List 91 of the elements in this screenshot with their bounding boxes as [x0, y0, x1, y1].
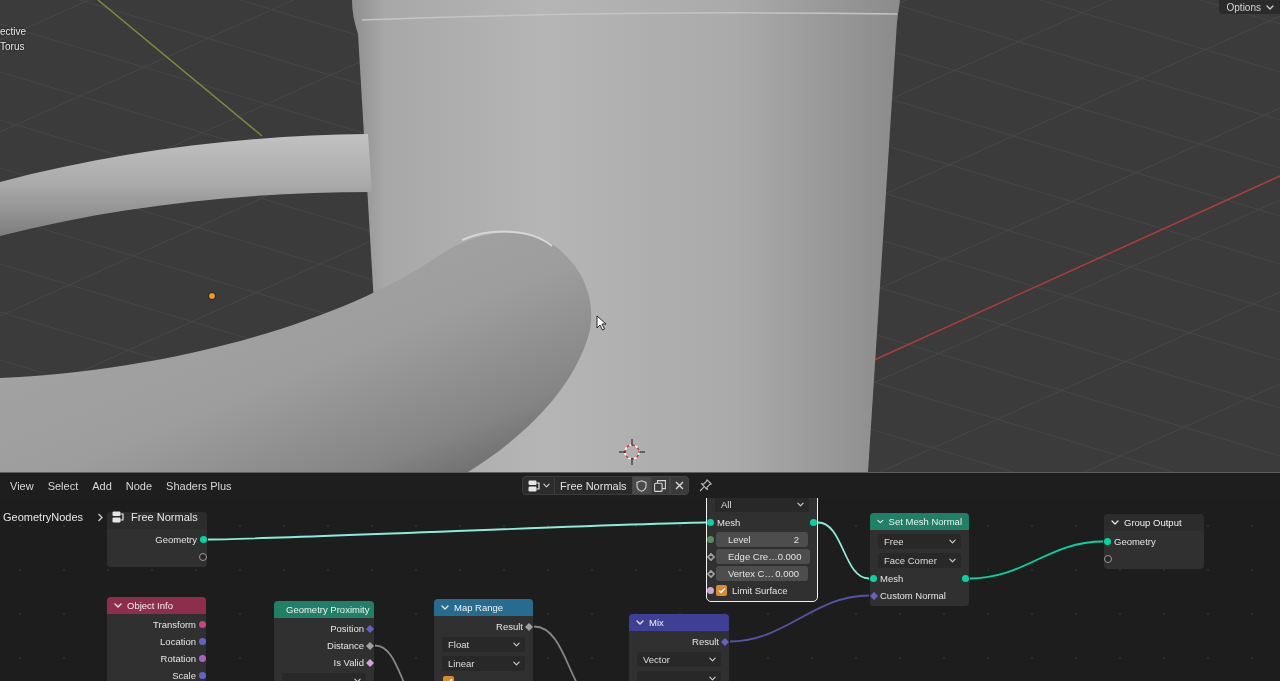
node[interactable]: Geometry Proximity Position Distance Is Valid	[273, 600, 375, 681]
socket-label: Custom Normal	[880, 590, 946, 601]
socket-label: Location	[160, 636, 196, 647]
node-group-icon	[528, 479, 541, 492]
menu-item[interactable]: View	[3, 476, 41, 495]
socket-icon[interactable]	[707, 519, 714, 526]
node-group-browse-button[interactable]	[522, 476, 555, 495]
checkmark-icon	[717, 587, 726, 594]
shield-icon	[635, 479, 647, 492]
chevron-icon	[114, 603, 122, 608]
node-group-icon	[112, 511, 126, 523]
socket-label: Rotation	[160, 653, 196, 664]
socket-label: Geometry	[155, 534, 197, 545]
node-link	[817, 521, 870, 580]
node[interactable]: Set Mesh Normal Free Face Corner Mesh Custom Normal	[869, 512, 970, 607]
dropdown[interactable]: Linear	[442, 656, 525, 671]
chevron-icon	[441, 605, 449, 610]
socket-icon[interactable]	[199, 552, 207, 561]
node[interactable]: Map Range Result Float Linear	[433, 598, 534, 681]
socket-label: Position	[330, 623, 364, 634]
menu-item[interactable]: Select	[40, 476, 86, 495]
chevron-icon	[1111, 520, 1119, 525]
node[interactable]: All Mesh Level 2 Edge Cre…0.000 Vertex C…0.000 Limit Surface	[706, 498, 818, 602]
name-field[interactable]: Free Normals	[555, 476, 632, 495]
dropdown[interactable]: Free	[878, 534, 961, 549]
node[interactable]: Group Output Geometry	[1103, 513, 1205, 570]
socket-icon[interactable]	[870, 575, 877, 582]
options-button[interactable]: Options	[1218, 0, 1280, 14]
caret-icon	[709, 657, 716, 662]
node-title: Set Mesh Normal	[888, 516, 962, 527]
caret-icon	[949, 558, 956, 563]
socket-icon[interactable]	[707, 587, 714, 594]
node-title: Mix	[649, 617, 664, 628]
socket-icon[interactable]	[199, 655, 206, 662]
socket-label: Scale	[172, 670, 196, 681]
close-icon	[674, 481, 684, 490]
socket-label: Mesh	[717, 517, 741, 528]
number-field[interactable]: Level 2	[716, 532, 808, 547]
pin-icon	[698, 479, 712, 492]
origin-dot-icon	[208, 292, 216, 300]
chevron-icon	[636, 620, 644, 625]
socket-icon[interactable]	[962, 575, 969, 582]
node-title: Group Output	[1124, 517, 1182, 528]
socket-icon[interactable]	[707, 536, 714, 543]
breadcrumb-item[interactable]: Free Normals	[131, 511, 198, 523]
caret-icon	[513, 642, 520, 647]
socket-label: Is Valid	[333, 657, 364, 668]
menu-item[interactable]: Add	[85, 476, 119, 495]
node-title: Geometry Proximity	[286, 604, 370, 615]
pointer-icon	[596, 315, 607, 331]
dropdown[interactable]: Face Corner	[878, 553, 961, 568]
socket-label: Transform	[153, 619, 196, 630]
socket-label: Result	[692, 636, 719, 647]
socket-label: Result	[496, 621, 523, 632]
crosshair-icon	[618, 438, 646, 466]
chevron-right-icon	[97, 512, 105, 522]
socket-icon[interactable]	[525, 622, 533, 631]
socket-icon[interactable]	[1104, 554, 1112, 563]
chevron-icon	[877, 519, 884, 524]
socket-label: Geometry	[1114, 536, 1156, 547]
socket-icon[interactable]	[1104, 538, 1111, 545]
node-title: Map Range	[454, 602, 504, 613]
caret-icon	[543, 483, 550, 488]
node[interactable]: Object Info Transform Location Rotation Scale	[106, 596, 207, 681]
socket-label: Distance	[327, 640, 364, 651]
checkbox[interactable]	[716, 585, 727, 596]
caret-icon	[513, 661, 520, 666]
socket-icon[interactable]	[366, 641, 374, 650]
number-field[interactable]: Vertex C…0.000	[716, 566, 808, 581]
socket-icon[interactable]	[366, 658, 374, 667]
dropdown[interactable]: All	[715, 498, 809, 512]
socket-label: Mesh	[880, 573, 904, 584]
node[interactable]: Mix Result Vector	[628, 613, 730, 681]
copy-icon	[654, 479, 667, 492]
checkbox-label: Limit Surface	[732, 585, 788, 596]
number-field[interactable]: Edge Cre…0.000	[716, 549, 811, 564]
dropdown[interactable]: Float	[442, 637, 525, 652]
node-title: Object Info	[127, 600, 173, 611]
menu-item[interactable]: Shaders Plus	[159, 476, 239, 495]
caret-icon	[709, 676, 716, 681]
menu-item[interactable]: Node	[118, 476, 160, 495]
socket-icon[interactable]	[200, 536, 207, 543]
viewport-label: Torus	[0, 41, 25, 53]
caret-icon	[797, 502, 804, 507]
caret-icon	[1266, 4, 1274, 10]
dropdown[interactable]: Vector	[637, 652, 721, 667]
caret-icon	[949, 539, 956, 544]
viewport-label: ective	[0, 26, 27, 38]
socket-icon[interactable]	[810, 519, 817, 526]
socket-icon[interactable]	[199, 621, 206, 628]
breadcrumb-item[interactable]: GeometryNodes	[3, 511, 84, 523]
